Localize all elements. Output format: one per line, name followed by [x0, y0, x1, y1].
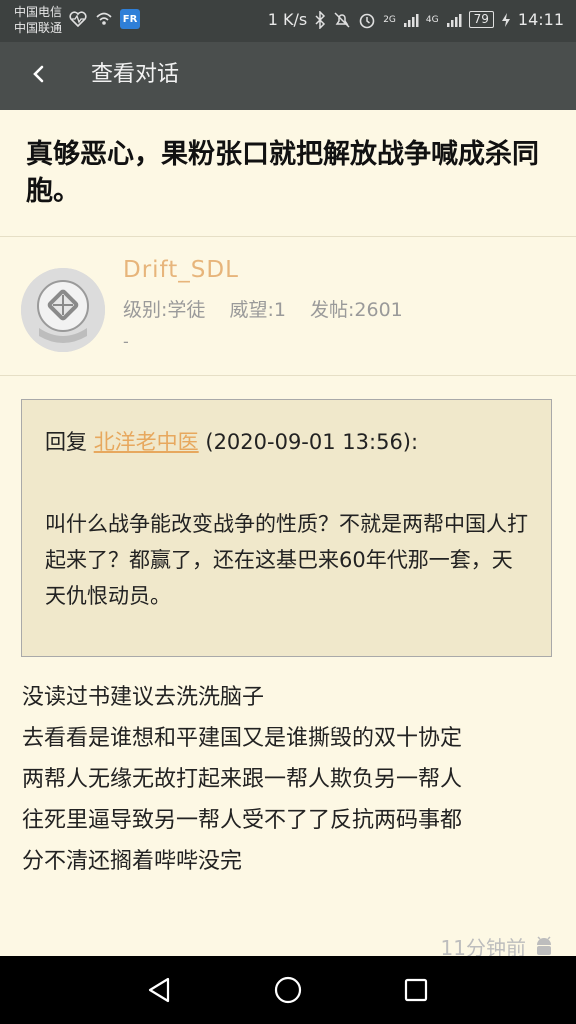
- mute-icon: [334, 11, 350, 28]
- status-icons-right: 1 K/s 2G 4G 79 14:11: [268, 10, 564, 29]
- quote-header: 回复 北洋老中医 (2020-09-01 13:56):: [45, 426, 418, 456]
- author-level: 级别:学徒: [123, 299, 206, 321]
- chevron-left-icon: [33, 65, 44, 83]
- quote-box: 回复 北洋老中医 (2020-09-01 13:56): 叫什么战争能改变战争的…: [21, 399, 552, 657]
- author-post-count: 发帖:2601: [310, 299, 403, 321]
- post-title-section: 真够恶心，果粉张口就把解放战争喊成杀同胞。: [0, 110, 576, 237]
- recents-square-icon: [404, 978, 428, 1002]
- quoted-user-link[interactable]: 北洋老中医: [94, 430, 199, 454]
- reply-line: 两帮人无缘无故打起来跟一帮人欺负另一帮人: [22, 767, 463, 792]
- bluetooth-icon: [315, 10, 326, 29]
- back-button[interactable]: [28, 56, 64, 96]
- nav-recents-button[interactable]: [400, 974, 432, 1006]
- author-name[interactable]: Drift_SDL: [123, 257, 239, 283]
- network-4g: 4G: [425, 14, 439, 25]
- battery-level: 79: [468, 11, 494, 28]
- author-info: Drift_SDL 级别:学徒 威望:1 发帖:2601 -: [0, 237, 576, 376]
- app-bar: 查看对话: [0, 42, 576, 110]
- carrier-1: 中国电信: [14, 5, 63, 19]
- quote-time: (2020-09-01 13:56):: [205, 430, 419, 454]
- android-icon: [537, 935, 551, 955]
- network-speed: 1 K/s: [267, 10, 308, 29]
- nav-home-button[interactable]: [272, 974, 304, 1006]
- page-title: 查看对话: [91, 62, 180, 87]
- wifi-hotspot-icon: [94, 9, 114, 29]
- status-icons-left: FR: [68, 9, 140, 29]
- nav-back-button[interactable]: [144, 974, 176, 1006]
- signal-icon: [403, 13, 419, 27]
- quote-body: 叫什么战争能改变战争的性质？不就是两帮中国人打起来了？都赢了，还在这基巴来60年…: [45, 512, 528, 608]
- back-triangle-icon: [148, 977, 170, 1003]
- reply-line: 分不清还搁着哔哔没完: [22, 849, 243, 874]
- reply-line: 往死里逼导致另一帮人受不了了反抗两码事都: [22, 808, 463, 833]
- status-bar: 中国电信 中国联通 FR 1 K/s 2G 4G 79 14:11: [0, 0, 576, 42]
- heart-monitor-icon: [68, 9, 88, 29]
- clock: 14:11: [517, 10, 564, 29]
- carrier-2: 中国联通: [14, 21, 63, 35]
- post-title: 真够恶心，果粉张口就把解放战争喊成杀同胞。: [26, 139, 539, 207]
- author-prestige: 威望:1: [229, 299, 286, 321]
- reply-body: 没读过书建议去洗洗脑子 去看看是谁想和平建国又是谁撕毁的双十协定 两帮人无缘无故…: [22, 677, 556, 882]
- author-signature: -: [123, 332, 129, 351]
- avatar[interactable]: [21, 268, 105, 352]
- app-badge-icon: FR: [120, 9, 140, 29]
- carrier-names: 中国电信 中国联通: [14, 4, 62, 36]
- diving-helmet-avatar-icon: [21, 268, 105, 352]
- network-2g: 2G: [383, 14, 396, 25]
- charging-icon: [501, 12, 510, 27]
- home-circle-icon: [274, 976, 302, 1004]
- alarm-icon: [359, 13, 375, 28]
- author-stats: 级别:学徒 威望:1 发帖:2601: [123, 295, 421, 322]
- quote-prefix: 回复: [45, 430, 87, 454]
- reply-line: 没读过书建议去洗洗脑子: [22, 685, 265, 710]
- reply-line: 去看看是谁想和平建国又是谁撕毁的双十协定: [22, 726, 463, 751]
- signal-icon: [446, 13, 462, 27]
- system-nav-bar: [0, 956, 576, 1024]
